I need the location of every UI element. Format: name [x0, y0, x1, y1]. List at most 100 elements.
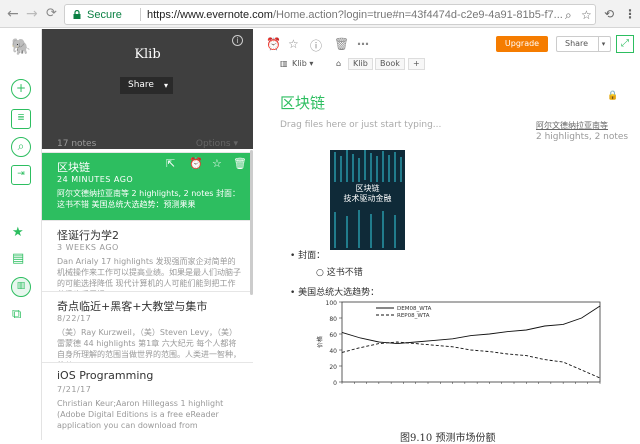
upgrade-button[interactable]: Upgrade — [496, 36, 548, 52]
browser-toolbar: ← → ⟳ Secure https://www.evernote.com/Ho… — [0, 0, 640, 28]
book-cover-title-text: 区块链 技术驱动金融 — [343, 184, 392, 203]
notebook-title: Klib — [134, 47, 161, 62]
lock-icon: 🔒 — [607, 91, 619, 101]
options-dropdown[interactable]: Options ▾ — [196, 139, 238, 149]
y-tick-label: 0 — [333, 380, 337, 387]
chevron-down-icon: ▾ — [233, 139, 238, 149]
sub-bullet-item: ○ 这书不错 — [316, 268, 363, 278]
extension-icon[interactable]: ⟲ — [604, 7, 614, 21]
share-button-label: Share — [565, 39, 589, 48]
chevron-down-icon: ▾ — [163, 81, 168, 90]
note-date: 8/22/17 — [57, 314, 92, 323]
note-count: 17 notes — [57, 139, 97, 149]
note-snippet: Christian Keur;Aaron Hillegass 1 highlig… — [57, 399, 224, 430]
y-axis-label: 价格 — [316, 336, 324, 348]
note-list-header: 17 notes Options ▾ — [42, 133, 253, 153]
note-title: 奇点临近+黑客+大教堂与集市 — [57, 300, 208, 313]
y-tick-label: 40 — [329, 348, 337, 355]
note-title-field[interactable]: 区块链 — [280, 92, 325, 113]
book-cover-image: 区块链 技术驱动金融 — [330, 150, 405, 250]
note-card-selected[interactable]: 区块链 ⇱ ⏰ ☆ 🗑 24 MINUTES AGO 阿尔文德纳拉亚南等 2 h… — [42, 153, 253, 221]
note-snippet: 阿尔文德纳拉亚南等 2 highlights, 2 notes 封面： 这书不错… — [57, 189, 240, 209]
reminder-icon[interactable]: ⏰ — [189, 157, 203, 170]
notebook-share-label: Share — [128, 80, 154, 90]
notebook-selector[interactable]: Klib ▾ — [292, 59, 313, 68]
note-card[interactable]: iOS Programming 7/21/17 Christian Keur;A… — [42, 363, 253, 440]
y-tick-label: 60 — [329, 332, 337, 339]
tag-chip[interactable]: Klib — [348, 58, 373, 70]
star-icon[interactable]: ☆ — [581, 8, 592, 22]
note-title: iOS Programming — [57, 369, 154, 382]
notebook-share-button[interactable]: Share ▾ — [120, 77, 173, 94]
note-snippet: （美）Ray Kurzweil，（美）Steven Levy，（美）雷蒙德 44… — [57, 328, 241, 362]
bullet-cover-sub-text: 这书不错 — [326, 268, 363, 278]
add-tag-button[interactable]: + — [408, 58, 425, 70]
note-title: 怪诞行为学2 — [57, 229, 119, 242]
star-icon[interactable]: ☆ — [212, 157, 222, 170]
trash-icon[interactable]: 🗑 — [334, 37, 349, 51]
note-date: 3 WEEKS AGO — [57, 243, 119, 252]
highlights-count: 2 highlights, 2 notes — [536, 132, 629, 142]
note-title: 区块链 — [57, 161, 90, 174]
legend-label: REP08_WTA — [397, 313, 430, 319]
note-date: 7/21/17 — [57, 385, 92, 394]
info-icon[interactable]: ⓘ — [310, 37, 322, 54]
legend-label: DEM08_WTA — [397, 306, 432, 312]
note-card[interactable]: 奇点临近+黑客+大教堂与集市 8/22/17 （美）Ray Kurzweil，（… — [42, 292, 253, 363]
new-note-icon[interactable]: + — [11, 79, 31, 99]
star-icon[interactable]: ☆ — [288, 37, 299, 51]
shortcuts-icon[interactable]: ★ — [12, 225, 24, 240]
y-tick-label: 80 — [329, 316, 337, 323]
expand-icon[interactable]: ⤢ — [616, 35, 634, 53]
bullet-item: • 美国总统大选趋势： — [290, 288, 380, 298]
url-host: https://www.evernote.com — [147, 9, 273, 21]
lock-icon — [73, 10, 81, 19]
note-list-scrollbar[interactable] — [250, 150, 253, 295]
reload-icon[interactable]: ⟳ — [46, 6, 57, 21]
y-tick-label: 100 — [326, 300, 338, 307]
forward-icon[interactable]: → — [26, 6, 38, 22]
book-cover-title: 区块链 技术驱动金融 — [330, 184, 405, 204]
note-card[interactable]: 怪诞行为学2 3 WEEKS AGO Dan Arialy 17 highlig… — [42, 221, 253, 292]
search-icon[interactable]: ⌕ — [565, 8, 572, 23]
share-icon[interactable]: ⇱ — [166, 157, 175, 170]
note-date: 24 MINUTES AGO — [57, 175, 134, 184]
note-snippet: Dan Arialy 17 highlights 发现强而家企对简单的机械操作来… — [57, 257, 241, 291]
evernote-logo-icon[interactable]: 🐘 — [11, 37, 31, 56]
y-tick-label: 20 — [329, 364, 337, 371]
drop-hint[interactable]: Drag files here or just start typing... — [280, 120, 441, 130]
share-button[interactable]: Share ▾ — [556, 36, 611, 52]
note-editor: ⏰ ☆ ⓘ 🗑 ⋯ Upgrade Share ▾ ⤢ ▥ Klib ▾ ⌂ Kl… — [254, 29, 640, 444]
work-chat-icon[interactable]: ≣ — [11, 109, 31, 129]
search-icon[interactable]: ⌕ — [11, 137, 31, 157]
tags-icon[interactable]: ⧉ — [12, 307, 21, 322]
tag-icon: ⌂ — [336, 59, 342, 68]
address-bar[interactable]: Secure https://www.evernote.com/Home.act… — [64, 4, 596, 25]
bullet-election-text: 美国总统大选趋势： — [298, 288, 380, 298]
back-icon[interactable]: ← — [7, 6, 19, 22]
url-text[interactable]: https://www.evernote.com/Home.action?log… — [147, 9, 582, 21]
chevron-down-icon[interactable]: ▾ — [598, 37, 608, 51]
url-path: /Home.action?login=true#n=43f4474d-c2e9-… — [272, 9, 563, 21]
notebook-selector-label: Klib — [292, 59, 307, 68]
bullet-cover-text: 封面： — [298, 251, 326, 261]
menu-icon[interactable]: ⋮ — [624, 7, 636, 21]
more-icon[interactable]: ⋯ — [357, 37, 369, 51]
notes-icon[interactable]: ▤ — [12, 251, 24, 266]
tag-chip[interactable]: Book — [375, 58, 405, 70]
prediction-market-chart: 0 20 40 60 80 100 价格 DEM08_WTAREP08_WTA — [316, 300, 601, 387]
trash-icon[interactable]: 🗑 — [233, 157, 247, 170]
secure-label: Secure — [87, 9, 122, 21]
url-separator — [140, 8, 141, 21]
bullet-item: • 封面： — [290, 251, 326, 261]
figure-caption: 图9.10 预测市场份额 — [400, 433, 496, 444]
notebook-header: i Klib Share ▾ — [42, 29, 253, 149]
options-label: Options — [195, 139, 231, 149]
left-rail: 🐘 + ≣ ⌕ ⇥ ★ ▤ ▥ ⧉ — [0, 29, 42, 440]
notebooks-icon[interactable]: ▥ — [11, 277, 31, 297]
info-icon[interactable]: i — [232, 35, 243, 46]
reminder-icon[interactable]: ⏰ — [266, 37, 281, 51]
author-link[interactable]: 阿尔文德纳拉亚南等 — [536, 120, 608, 131]
notebook-icon: ▥ — [280, 59, 288, 68]
import-icon[interactable]: ⇥ — [11, 165, 31, 185]
